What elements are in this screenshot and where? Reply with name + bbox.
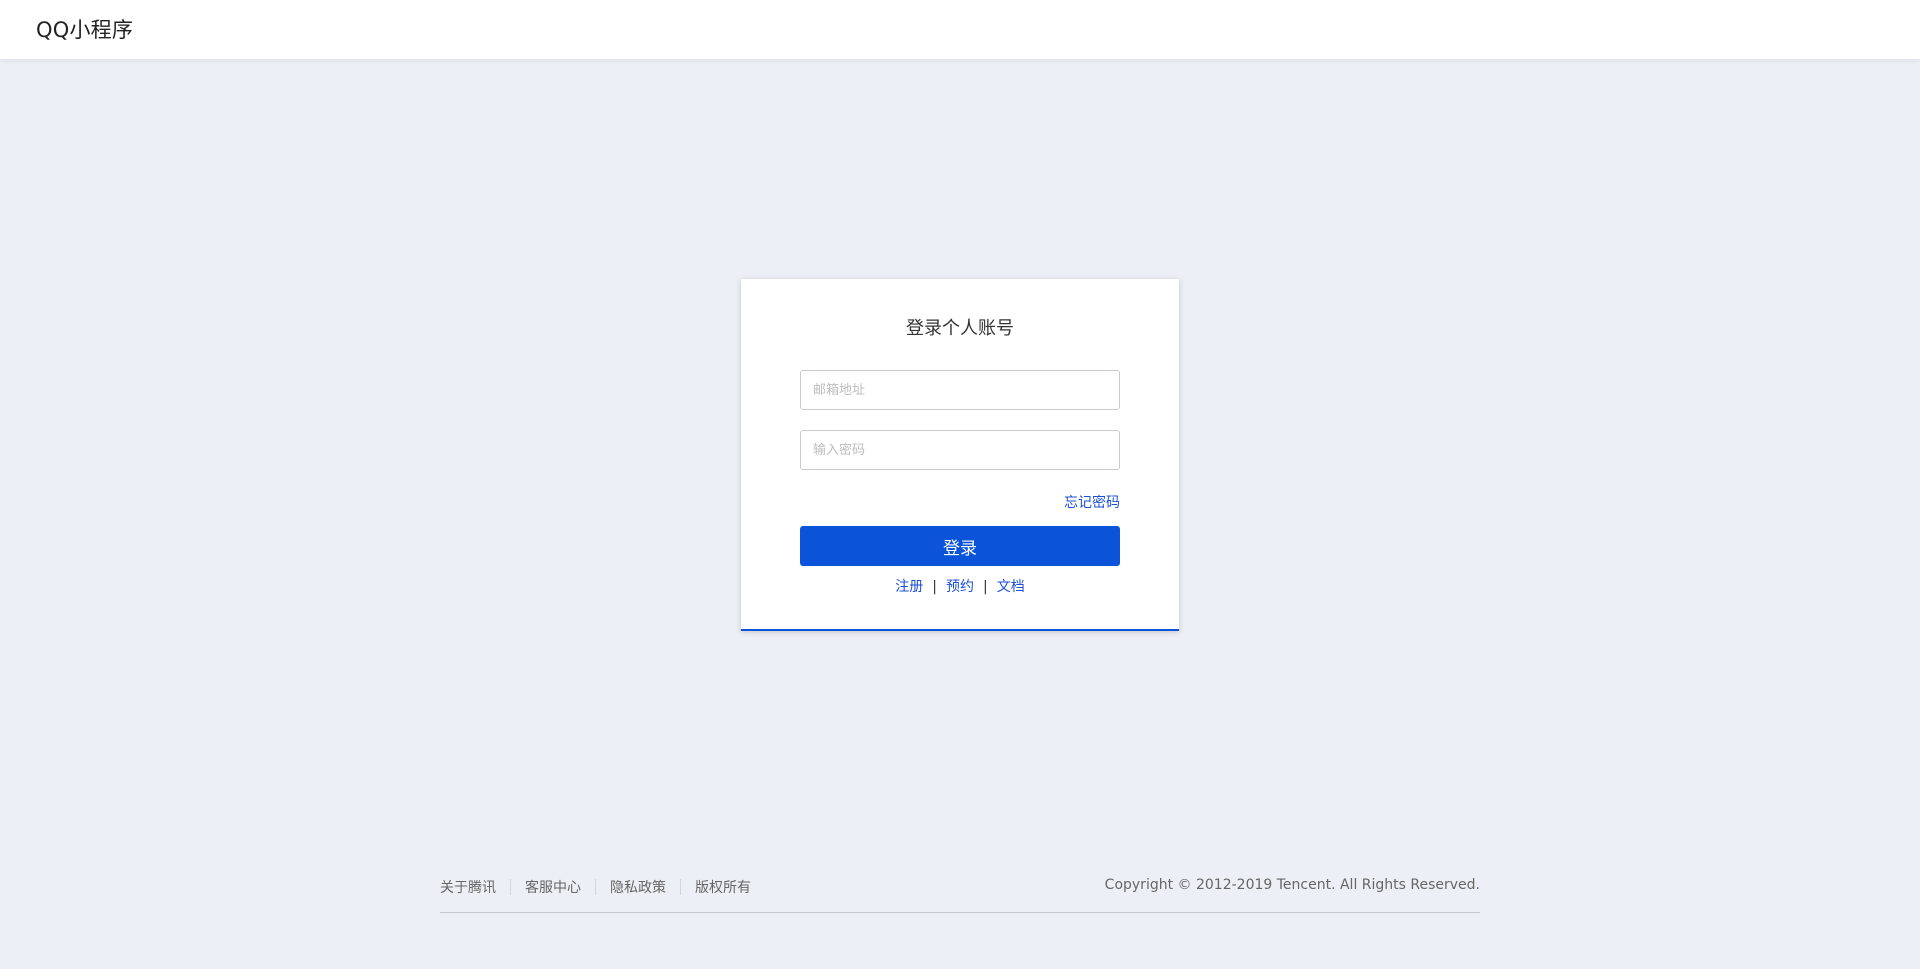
email-input[interactable] xyxy=(800,370,1120,410)
footer-divider xyxy=(510,879,511,895)
footer-link-privacy[interactable]: 隐私政策 xyxy=(610,877,666,897)
register-link[interactable]: 注册 xyxy=(895,579,923,595)
login-card: 登录个人账号 忘记密码 登录 注册 | 预约 | 文档 xyxy=(741,279,1179,631)
docs-link[interactable]: 文档 xyxy=(997,579,1025,595)
password-input[interactable] xyxy=(800,430,1120,470)
copyright-text: Copyright © 2012-2019 Tencent. All Right… xyxy=(1104,877,1480,893)
footer-divider xyxy=(595,879,596,895)
reserve-link[interactable]: 预约 xyxy=(946,579,974,595)
login-button[interactable]: 登录 xyxy=(800,526,1120,566)
brand-logo-text[interactable]: QQ小程序 xyxy=(36,0,133,60)
login-title: 登录个人账号 xyxy=(906,318,1014,339)
forgot-password-link[interactable]: 忘记密码 xyxy=(1064,492,1120,512)
link-separator: | xyxy=(932,579,937,595)
footer-link-copyright[interactable]: 版权所有 xyxy=(695,877,751,897)
top-header: QQ小程序 xyxy=(0,0,1920,60)
footer-link-support[interactable]: 客服中心 xyxy=(525,877,581,897)
footer-link-about[interactable]: 关于腾讯 xyxy=(440,877,496,897)
link-separator: | xyxy=(983,579,988,595)
page-footer: 关于腾讯 客服中心 隐私政策 版权所有 Copyright © 2012-201… xyxy=(440,873,1480,913)
auxiliary-links: 注册 | 预约 | 文档 xyxy=(741,576,1179,596)
footer-divider xyxy=(680,879,681,895)
footer-links: 关于腾讯 客服中心 隐私政策 版权所有 xyxy=(440,877,751,897)
